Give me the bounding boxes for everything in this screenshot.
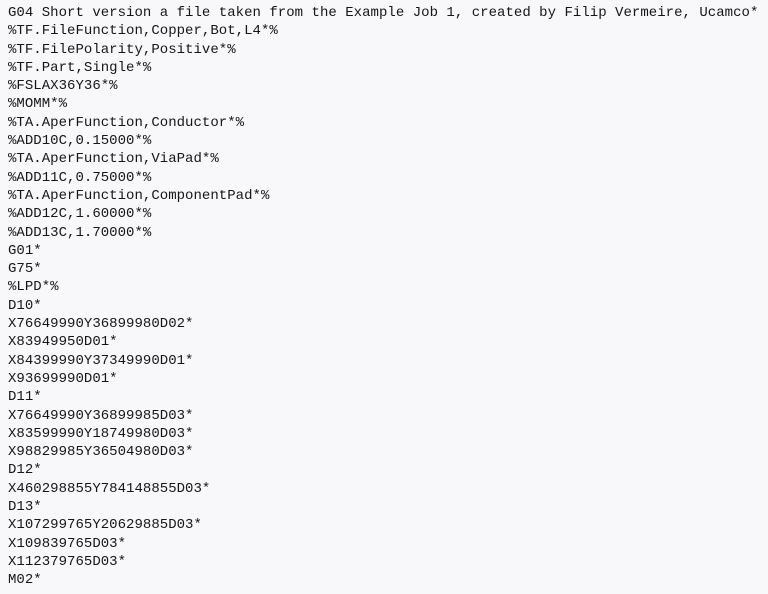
code-line: %TA.AperFunction,Conductor*% [8,114,245,131]
code-line: %TA.AperFunction,ComponentPad*% [8,187,270,204]
code-line: %ADD10C,0.15000*% [8,133,152,150]
code-line: %ADD12C,1.60000*% [8,206,152,223]
code-line: D10* [8,297,42,314]
code-line: X76649990Y36899985D03* [8,407,194,424]
code-line: G04 Short version a file taken from the … [8,5,759,21]
code-line: D13* [8,499,42,516]
code-line: %MOMM*% [8,96,68,113]
code-line: G75* [8,261,42,278]
code-line: D11* [8,389,42,406]
code-line: %TA.AperFunction,ViaPad*% [8,151,219,168]
document-root: G04 Short version a file taken from the … [0,0,768,594]
code-line: X83949950D01* [8,334,118,351]
code-line: %LPD*% [8,279,59,296]
code-line: X76649990Y36899980D02* [8,316,194,333]
code-line: X84399990Y37349990D01* [8,352,194,369]
code-line: X83599990Y18749980D03* [8,425,194,442]
code-line: %TF.FileFunction,Copper,Bot,L4*% [8,23,278,40]
gerber-code-listing[interactable]: G04 Short version a file taken from the … [0,4,768,590]
code-line: %ADD11C,0.75000*% [8,169,152,186]
code-line: %FSLAX36Y36*% [8,78,118,95]
code-line: D12* [8,462,42,479]
code-line: %TF.Part,Single*% [8,59,152,76]
code-line: M02* [8,572,42,589]
code-line: %ADD13C,1.70000*% [8,224,152,241]
code-line: X109839765D03* [8,535,127,552]
code-line: X93699990D01* [8,370,118,387]
code-line: X98829985Y36504980D03* [8,444,194,461]
code-line: %TF.FilePolarity,Positive*% [8,41,236,58]
code-line: X107299765Y20629885D03* [8,517,202,534]
code-line: G01* [8,242,42,259]
code-line: X112379765D03* [8,553,127,570]
code-line: X460298855Y784148855D03* [8,480,211,497]
